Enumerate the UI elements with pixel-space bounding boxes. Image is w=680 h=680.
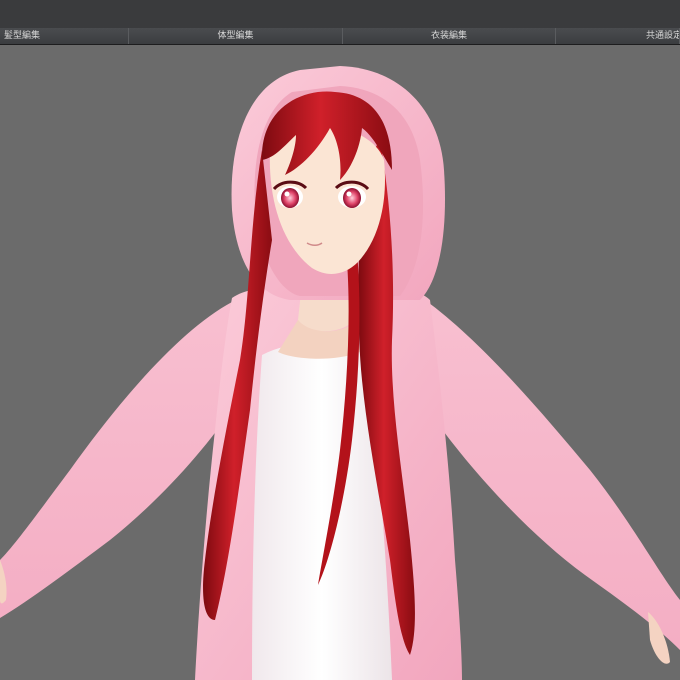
tab-outfit-edit[interactable]: 衣装編集 <box>343 28 556 44</box>
tab-common-settings[interactable]: 共通設定 <box>556 28 680 44</box>
right-sleeve <box>425 300 680 650</box>
tab-body-edit[interactable]: 体型編集 <box>129 28 343 44</box>
title-bar <box>0 0 680 28</box>
character-editor-window: 髪型編集 体型編集 衣装編集 共通設定 <box>0 0 680 680</box>
tab-hair-edit[interactable]: 髪型編集 <box>0 28 129 44</box>
left-sleeve <box>0 302 235 618</box>
editor-tab-bar: 髪型編集 体型編集 衣装編集 共通設定 <box>0 28 680 45</box>
3d-preview-viewport[interactable] <box>0 45 680 680</box>
character-model <box>0 66 680 680</box>
